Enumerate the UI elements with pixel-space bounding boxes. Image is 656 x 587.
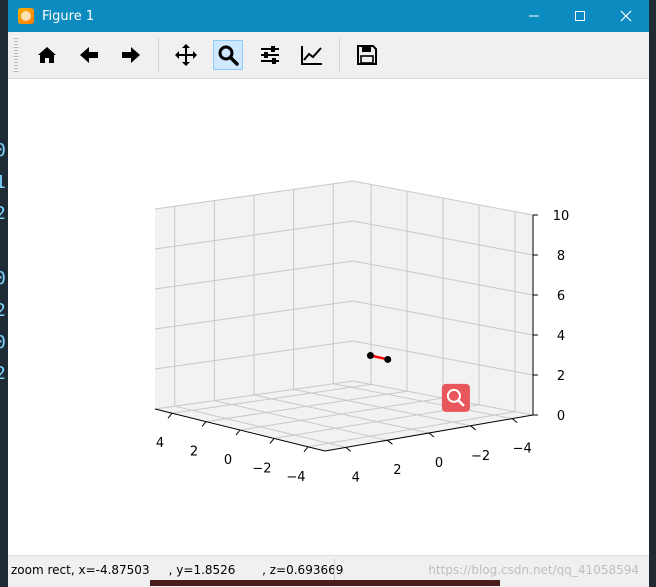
background-taskbar-strip bbox=[150, 580, 500, 586]
z-tick-label: 10 bbox=[553, 209, 570, 224]
toolbar-separator bbox=[158, 38, 159, 72]
move-icon bbox=[175, 44, 197, 66]
data-point bbox=[384, 355, 392, 363]
zoom-overlay-box bbox=[441, 383, 470, 412]
pan-button[interactable] bbox=[171, 40, 201, 70]
window-title: Figure 1 bbox=[42, 8, 95, 24]
window-controls bbox=[511, 0, 649, 32]
status-text: zoom rect, x=-4.87503 , y=1.8526 , z=0.6… bbox=[11, 563, 344, 577]
app-icon bbox=[18, 8, 34, 24]
zoom-overlay bbox=[441, 383, 470, 412]
y-tick-label: 2 bbox=[393, 463, 401, 478]
y-tick bbox=[428, 432, 435, 438]
close-icon bbox=[620, 10, 632, 22]
line-chart-icon bbox=[301, 46, 322, 65]
x-tick-label: 0 bbox=[224, 453, 232, 468]
z-tick-label: 4 bbox=[557, 329, 565, 344]
figure-window: Figure 1 4 2 0 −2 −4 4 2 0 −2 −4 0 2 4 6… bbox=[8, 0, 649, 587]
watermark-text: https://blog.csdn.net/qq_41058594 bbox=[428, 563, 639, 577]
back-button[interactable] bbox=[74, 40, 104, 70]
minimize-icon bbox=[529, 15, 539, 17]
x-tick-label: −2 bbox=[252, 461, 271, 476]
z-tick-label: 8 bbox=[557, 249, 565, 264]
z-tick-label: 0 bbox=[557, 409, 565, 424]
y-tick-label: −4 bbox=[513, 442, 532, 457]
y-tick-label: −2 bbox=[471, 449, 490, 464]
z-tick-label: 6 bbox=[557, 289, 565, 304]
edit-axes-button[interactable] bbox=[297, 40, 327, 70]
plot-3d-axes[interactable]: 4 2 0 −2 −4 4 2 0 −2 −4 0 2 4 6 8 10 bbox=[8, 79, 649, 555]
y-tick bbox=[470, 425, 476, 431]
arrow-right-icon bbox=[122, 47, 140, 63]
x-tick bbox=[201, 421, 207, 427]
save-icon bbox=[357, 45, 377, 65]
sliders-icon bbox=[261, 46, 279, 64]
x-tick-label: −4 bbox=[286, 470, 305, 485]
toolbar-separator bbox=[339, 38, 340, 72]
z-tick-label: 2 bbox=[557, 369, 565, 384]
axes-panes bbox=[155, 181, 533, 451]
toolbar-grip[interactable] bbox=[14, 38, 18, 72]
status-separator bbox=[334, 559, 335, 581]
y-tick-label: 0 bbox=[435, 456, 443, 471]
x-tick bbox=[235, 429, 241, 436]
x-tick bbox=[303, 446, 309, 453]
x-tick bbox=[167, 412, 173, 419]
y-tick bbox=[345, 447, 352, 452]
maximize-button[interactable] bbox=[557, 0, 603, 32]
home-button[interactable] bbox=[32, 40, 62, 70]
y-tick bbox=[387, 439, 393, 445]
figure-canvas[interactable]: 4 2 0 −2 −4 4 2 0 −2 −4 0 2 4 6 8 10 bbox=[8, 79, 649, 555]
data-point bbox=[366, 351, 374, 359]
navigation-toolbar bbox=[8, 32, 649, 79]
x-tick bbox=[269, 438, 275, 444]
magnifier-icon bbox=[218, 45, 239, 66]
title-bar[interactable]: Figure 1 bbox=[8, 0, 649, 32]
y-tick-label: 4 bbox=[352, 470, 360, 485]
minimize-button[interactable] bbox=[511, 0, 557, 32]
zoom-button[interactable] bbox=[213, 40, 243, 70]
arrow-left-icon bbox=[80, 47, 98, 63]
x-tick-label: 4 bbox=[156, 436, 164, 451]
subplots-button[interactable] bbox=[255, 40, 285, 70]
x-tick-label: 2 bbox=[190, 445, 198, 460]
y-tick bbox=[511, 418, 518, 423]
close-button[interactable] bbox=[603, 0, 649, 32]
save-button[interactable] bbox=[352, 40, 382, 70]
home-icon bbox=[38, 47, 56, 63]
maximize-icon bbox=[575, 11, 585, 21]
forward-button[interactable] bbox=[116, 40, 146, 70]
